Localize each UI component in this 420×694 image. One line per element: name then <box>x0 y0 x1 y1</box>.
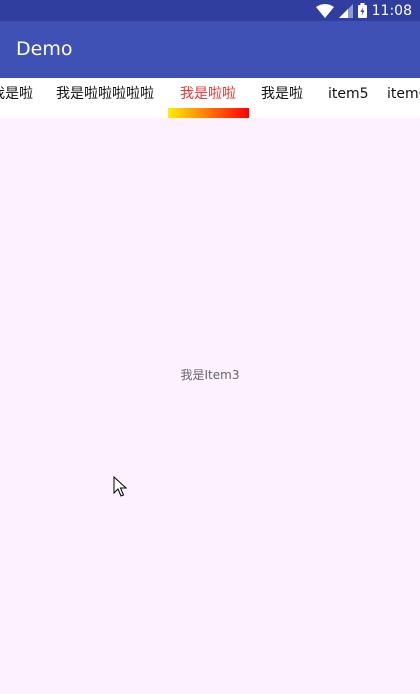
tab-indicator <box>168 108 249 118</box>
status-time: 11:08 <box>371 2 412 19</box>
status-icons: 11:08 <box>315 1 412 20</box>
tab-item-3[interactable]: 我是啦啦 <box>180 78 236 110</box>
wifi-icon <box>315 3 334 18</box>
battery-icon <box>357 3 367 18</box>
content-area: 我是Item3 <box>0 118 420 694</box>
tab-item-1[interactable]: 我是啦 <box>0 78 33 110</box>
content-text: 我是Item3 <box>180 368 240 382</box>
tab-item-2[interactable]: 我是啦啦啦啦啦 <box>56 78 154 110</box>
signal-icon <box>338 3 353 18</box>
tab-item-6[interactable]: item6 <box>387 78 420 110</box>
status-bar: 11:08 <box>0 0 420 21</box>
tab-item-4[interactable]: 我是啦 <box>261 78 303 110</box>
app-bar: Demo <box>0 21 420 78</box>
app-title: Demo <box>16 38 73 60</box>
mouse-cursor-icon <box>113 476 127 497</box>
tab-item-5[interactable]: item5 <box>328 78 369 110</box>
tab-strip[interactable]: 我是啦 我是啦啦啦啦啦 我是啦啦 我是啦 item5 item6 <box>0 78 420 118</box>
